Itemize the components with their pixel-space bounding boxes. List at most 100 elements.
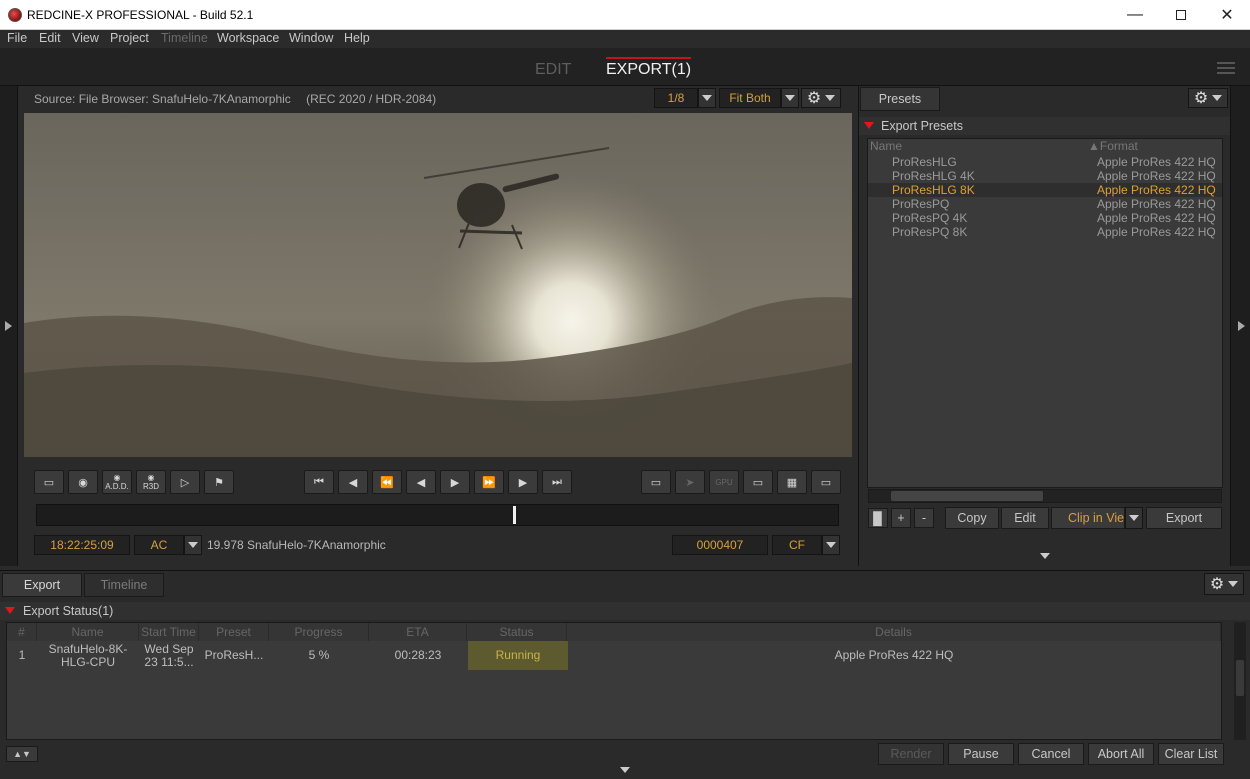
monitor-output-button[interactable]: ▭ [641,470,671,494]
maximize-button[interactable] [1158,0,1204,30]
snapshot-add-button[interactable]: ◉ A.D.D. [102,470,132,494]
previous-mark-button[interactable]: ◀ [338,470,368,494]
edit-preset-button[interactable]: Edit [1001,507,1049,529]
header-status[interactable]: Status [467,623,567,641]
header-details[interactable]: Details [567,623,1221,641]
clear-list-button[interactable]: Clear List [1158,743,1224,765]
add-preset-button[interactable]: + [891,508,911,528]
left-panel-toggle[interactable] [0,86,18,566]
queue-settings-button[interactable]: ⚙ [1204,573,1244,595]
play-button[interactable]: ▶ [440,470,470,494]
aspect-frame-icon: ▭ [752,476,764,489]
menu-project[interactable]: Project [110,31,149,45]
color-space: (REC 2020 / HDR-2084) [306,92,437,106]
header-name[interactable]: Name [37,623,139,641]
frame-mode-arrow[interactable] [822,535,840,555]
preset-row[interactable]: ProResHLG Apple ProRes 422 HQ [868,155,1222,169]
go-to-start-button[interactable]: ⏮ [304,470,334,494]
copy-preset-button[interactable]: Copy [945,507,999,529]
abort-all-button[interactable]: Abort All [1088,743,1154,765]
remove-preset-button[interactable]: - [914,508,934,528]
export-presets-header[interactable]: Export Presets [859,117,1230,135]
next-mark-button[interactable]: ▶ [508,470,538,494]
tab-timeline[interactable]: Timeline [84,573,164,597]
tab-export[interactable]: EXPORT(1) [606,57,692,79]
tab-edit[interactable]: EDIT [535,61,571,79]
panel-collapse-icon[interactable] [1040,553,1050,559]
prev-mark-icon: ◀ [348,476,358,489]
overlay-off-button[interactable]: ▭ [811,470,841,494]
header-start-time[interactable]: Start Time [139,623,199,641]
status-vscrollbar[interactable] [1234,622,1246,740]
fit-dropdown[interactable]: Fit Both [719,88,781,108]
timeline-scrubber[interactable] [36,504,839,526]
aspect-button[interactable]: ▭ [743,470,773,494]
preset-row[interactable]: ProResHLG 4K Apple ProRes 422 HQ [868,169,1222,183]
camera-icon: ◉ [113,473,121,482]
resolution-dropdown[interactable]: 1/8 [654,88,698,108]
chevron-down-icon [785,95,795,101]
presets-hscrollbar[interactable] [868,489,1222,503]
menu-edit[interactable]: Edit [39,31,61,45]
frame-mode-dropdown[interactable]: CF [772,535,822,555]
preset-row[interactable]: ProResPQ Apple ProRes 422 HQ [868,197,1222,211]
header-preset[interactable]: Preset [199,623,269,641]
tab-presets[interactable]: Presets [860,87,940,111]
export-status-header[interactable]: Export Status(1) [0,602,1250,620]
preset-row[interactable]: ProResPQ 4K Apple ProRes 422 HQ [868,211,1222,225]
right-panel-toggle[interactable] [1230,86,1250,566]
preset-row[interactable]: ProResPQ 8K Apple ProRes 422 HQ [868,225,1222,239]
viewer-settings-button[interactable]: ⚙ [801,88,841,108]
bottom-collapse-icon[interactable] [620,767,630,773]
video-frame[interactable] [24,113,852,457]
header-eta[interactable]: ETA [369,623,467,641]
marker-button[interactable]: ⚑ [204,470,234,494]
frame-counter[interactable]: 0000407 [672,535,768,555]
header-num[interactable]: # [7,623,37,641]
clip-in-view-dropdown[interactable]: Clip in Viev [1051,507,1125,529]
preview-button[interactable]: ▷ [170,470,200,494]
menu-help[interactable]: Help [344,31,370,45]
fit-dropdown-arrow[interactable] [781,88,799,108]
cancel-button[interactable]: Cancel [1018,743,1084,765]
menu-window[interactable]: Window [289,31,333,45]
toggle-overlay-button[interactable]: ▭ [34,470,64,494]
clip-in-view-arrow[interactable] [1125,507,1143,529]
column-name[interactable]: Name [870,139,902,153]
timecode-display[interactable]: 18:22:25:09 [34,535,130,555]
export-button[interactable]: Export [1146,507,1222,529]
menu-workspace[interactable]: Workspace [217,31,279,45]
timecode-mode-dropdown[interactable]: AC [134,535,184,555]
export-status-table[interactable]: # Name Start Time Preset Progress ETA St… [6,622,1222,740]
vscroll-thumb[interactable] [1236,660,1244,696]
fast-forward-button[interactable]: ⏩ [474,470,504,494]
move-job-buttons[interactable]: ▲ ▼ [6,746,38,762]
hscroll-thumb[interactable] [891,491,1043,501]
menu-view[interactable]: View [72,31,99,45]
new-folder-button[interactable]: ▉ [868,508,888,528]
tab-export-queue[interactable]: Export [2,573,82,597]
column-format[interactable]: ▲Format [1088,139,1138,153]
close-button[interactable]: ✕ [1204,0,1250,30]
go-to-end-button[interactable]: ⏭ [542,470,572,494]
playhead[interactable] [513,506,516,524]
snapshot-button[interactable]: ◉ [68,470,98,494]
step-back-button[interactable]: ◀ [406,470,436,494]
filmstrip-button[interactable]: ▦ [777,470,807,494]
snapshot-r3d-button[interactable]: ◉ R3D [136,470,166,494]
hamburger-menu-icon[interactable] [1217,62,1235,74]
job-name-line: HLG-CPU [60,655,115,669]
timecode-mode-arrow[interactable] [184,535,202,555]
pause-button[interactable]: Pause [948,743,1014,765]
header-progress[interactable]: Progress [269,623,369,641]
chevron-down-icon [825,95,836,101]
preset-row-selected[interactable]: ProResHLG 8K Apple ProRes 422 HQ [868,183,1222,197]
rewind-button[interactable]: ⏪ [372,470,402,494]
presets-settings-button[interactable]: ⚙ [1188,88,1228,108]
menu-bar: File Edit View Project Timeline Workspac… [0,30,1250,48]
minimize-button[interactable]: — [1112,0,1158,30]
resolution-dropdown-arrow[interactable] [698,88,716,108]
gear-icon: ⚙ [806,90,822,107]
menu-file[interactable]: File [7,31,27,45]
presets-list[interactable]: Name ▲Format ProResHLG Apple ProRes 422 H… [867,138,1223,488]
